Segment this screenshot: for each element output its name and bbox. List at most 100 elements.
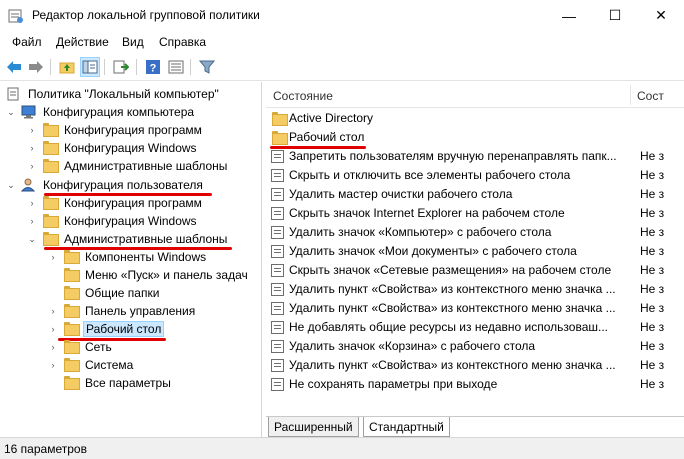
close-button[interactable]: ✕ xyxy=(638,0,684,31)
tree-item-user-config[interactable]: ⌄ Конфигурация пользователя xyxy=(6,176,205,194)
settings-list: Состояние Сост Active Directory Рабочий … xyxy=(266,82,684,409)
list-item-setting[interactable]: Удалить пункт «Свойства» из контекстного… xyxy=(266,280,684,299)
toolbar-separator xyxy=(104,59,105,75)
tree-item-label: Сеть xyxy=(85,340,112,354)
chevron-right-icon[interactable]: › xyxy=(48,360,58,370)
list-item-setting[interactable]: Удалить пункт «Свойства» из контекстного… xyxy=(266,356,684,375)
tree-item-start-menu[interactable]: Меню «Пуск» и панель задач xyxy=(48,266,250,284)
toolbar: ? xyxy=(0,53,684,81)
chevron-down-icon[interactable]: ⌄ xyxy=(6,107,16,118)
column-separator[interactable] xyxy=(630,85,631,105)
list-item-name: Удалить значок «Мои документы» с рабочег… xyxy=(289,244,577,258)
properties-button[interactable] xyxy=(166,57,186,77)
menu-action[interactable]: Действие xyxy=(56,35,109,49)
status-text: 16 параметров xyxy=(4,442,87,456)
chevron-down-icon[interactable]: ⌄ xyxy=(27,234,37,245)
show-hide-console-tree-button[interactable] xyxy=(80,57,100,77)
chevron-right-icon[interactable]: › xyxy=(27,161,37,171)
policy-setting-icon xyxy=(271,188,284,201)
chevron-right-icon[interactable]: › xyxy=(27,216,37,226)
policy-setting-icon xyxy=(271,340,284,353)
list-item-setting[interactable]: Не сохранять параметры при выходе Не з xyxy=(266,375,684,394)
tree-item-computer-software[interactable]: › Конфигурация программ xyxy=(27,121,204,139)
policy-setting-icon xyxy=(271,169,284,182)
toolbar-separator xyxy=(50,59,51,75)
export-list-button[interactable] xyxy=(111,57,131,77)
menu-view[interactable]: Вид xyxy=(122,35,144,49)
help-icon: ? xyxy=(146,60,160,75)
list-item-setting[interactable]: Удалить мастер очистки рабочего стола Не … xyxy=(266,185,684,204)
up-one-level-button[interactable] xyxy=(57,57,77,77)
tree-root[interactable]: Политика "Локальный компьютер" xyxy=(6,85,221,103)
list-item-name: Не добавлять общие ресурсы из недавно ис… xyxy=(289,320,608,334)
tree-item-control-panel[interactable]: › Панель управления xyxy=(48,302,197,320)
tree-item-user-admin-templates[interactable]: ⌄ Административные шаблоны xyxy=(27,230,229,248)
tree-item-user-software[interactable]: › Конфигурация программ xyxy=(27,194,204,212)
chevron-right-icon[interactable]: › xyxy=(27,143,37,153)
list-item-setting[interactable]: Удалить пункт «Свойства» из контекстного… xyxy=(266,299,684,318)
policy-setting-icon xyxy=(271,359,284,372)
column-header-name[interactable]: Состояние xyxy=(273,89,333,103)
help-button[interactable]: ? xyxy=(143,57,163,77)
menu-file[interactable]: Файл xyxy=(12,35,42,49)
list-item-folder[interactable]: Active Directory xyxy=(266,109,684,128)
chevron-down-icon[interactable]: ⌄ xyxy=(6,180,16,191)
list-item-state: Не з xyxy=(640,282,665,296)
folder-icon xyxy=(63,322,80,336)
chevron-right-icon[interactable]: › xyxy=(48,306,58,316)
forward-button[interactable] xyxy=(26,57,46,77)
tree-item-label: Конфигурация Windows xyxy=(64,214,197,228)
tree-item-system[interactable]: › Система xyxy=(48,356,135,374)
list-item-setting[interactable]: Запретить пользователям вручную перенапр… xyxy=(266,147,684,166)
list-item-name: Запретить пользователям вручную перенапр… xyxy=(289,149,617,163)
tree-item-desktop[interactable]: › Рабочий стол xyxy=(48,320,165,338)
tree-item-computer-windows[interactable]: › Конфигурация Windows xyxy=(27,139,199,157)
policy-setting-icon xyxy=(271,207,284,220)
forward-arrow-icon xyxy=(29,61,43,73)
back-button[interactable] xyxy=(4,57,24,77)
list-item-name: Удалить значок «Корзина» с рабочего стол… xyxy=(289,339,536,353)
folder-icon xyxy=(63,376,80,390)
tree-item-label: Административные шаблоны xyxy=(64,159,228,173)
column-header-state[interactable]: Сост xyxy=(637,89,664,103)
tab-extended[interactable]: Расширенный xyxy=(268,417,359,437)
chevron-right-icon[interactable]: › xyxy=(27,198,37,208)
tree-item-shared-folders[interactable]: Общие папки xyxy=(48,284,161,302)
list-item-setting[interactable]: Удалить значок «Корзина» с рабочего стол… xyxy=(266,337,684,356)
list-item-setting[interactable]: Скрыть значок «Сетевые размещения» на ра… xyxy=(266,261,684,280)
tree-item-computer-admin-templates[interactable]: › Административные шаблоны xyxy=(27,157,229,175)
tab-standard[interactable]: Стандартный xyxy=(363,417,450,437)
tree-item-label: Конфигурация компьютера xyxy=(43,105,195,119)
console-tree: Политика "Локальный компьютер" ⌄ Конфигу… xyxy=(0,82,262,437)
filter-button[interactable] xyxy=(197,57,217,77)
folder-open-icon xyxy=(42,232,59,246)
minimize-button[interactable]: — xyxy=(546,0,592,31)
status-bar: 16 параметров xyxy=(0,437,684,459)
list-item-setting[interactable]: Скрыть и отключить все элементы рабочего… xyxy=(266,166,684,185)
computer-icon xyxy=(21,105,37,119)
tree-item-label: Конфигурация программ xyxy=(64,196,202,210)
chevron-right-icon[interactable]: › xyxy=(48,342,58,352)
list-item-name: Скрыть и отключить все элементы рабочего… xyxy=(289,168,571,182)
list-item-setting[interactable]: Удалить значок «Мои документы» с рабочег… xyxy=(266,242,684,261)
tree-item-label: Конфигурация пользователя xyxy=(43,178,203,192)
list-item-setting[interactable]: Скрыть значок Internet Explorer на рабоч… xyxy=(266,204,684,223)
chevron-right-icon[interactable]: › xyxy=(27,125,37,135)
menu-help[interactable]: Справка xyxy=(159,35,206,49)
tree-item-user-windows[interactable]: › Конфигурация Windows xyxy=(27,212,199,230)
tree-item-windows-components[interactable]: › Компоненты Windows xyxy=(48,248,208,266)
list-item-setting[interactable]: Удалить значок «Компьютер» с рабочего ст… xyxy=(266,223,684,242)
tree-item-all-settings[interactable]: Все параметры xyxy=(48,374,173,392)
list-item-folder[interactable]: Рабочий стол xyxy=(266,128,684,147)
tree-item-computer-config[interactable]: ⌄ Конфигурация компьютера xyxy=(6,103,196,121)
chevron-right-icon[interactable]: › xyxy=(48,324,58,334)
chevron-right-icon[interactable]: › xyxy=(48,252,58,262)
tree-item-network[interactable]: › Сеть xyxy=(48,338,114,356)
view-tabs: Расширенный Стандартный xyxy=(266,416,684,437)
folder-icon xyxy=(63,286,80,300)
list-item-setting[interactable]: Не добавлять общие ресурсы из недавно ис… xyxy=(266,318,684,337)
toolbar-separator xyxy=(190,59,191,75)
policy-setting-icon xyxy=(271,378,284,391)
folder-icon xyxy=(42,123,59,137)
maximize-button[interactable]: ☐ xyxy=(592,0,638,31)
